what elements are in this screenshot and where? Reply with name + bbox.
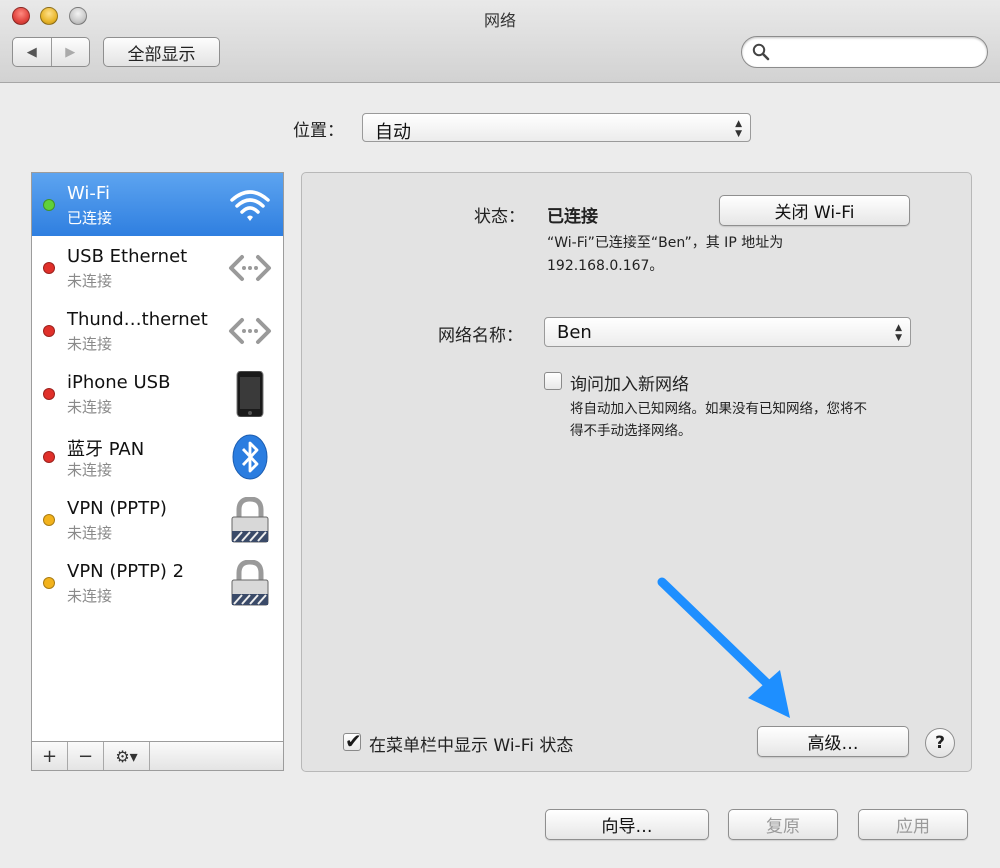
apply-button[interactable]: 应用 [858,809,968,840]
service-name: Wi-Fi [67,183,110,204]
status-description-line-1: “Wi-Fi”已连接至“Ben”，其 IP 地址为 [547,235,784,251]
service-item-iphone-usb[interactable]: iPhone USB 未连接 [32,362,283,425]
service-item-wifi[interactable]: Wi-Fi 已连接 [32,173,283,236]
status-dot [43,325,55,337]
status-description-line-2: 192.168.0.167。 [547,258,664,274]
status-dot [43,577,55,589]
service-item-usb-ethernet[interactable]: USB Ethernet 未连接 [32,236,283,299]
location-label: 位置： [293,121,344,141]
network-name-popup[interactable]: Ben ▲ ▼ [544,317,911,347]
titlebar: 网络 ◀ ▶ 全部显示 [0,0,1000,83]
show-menubar-label: 在菜单栏中显示 Wi-Fi 状态 [369,736,574,756]
service-status: 已连接 [67,209,113,227]
ask-join-description-line-2: 得不手动选择网络。 [570,423,692,439]
back-forward-control: ◀ ▶ [12,37,90,67]
iphone-icon [236,371,264,417]
ask-join-description-line-1: 将自动加入已知网络。如果没有已知网络，您将不 [570,401,867,417]
annotation-arrow-icon [657,577,790,718]
status-dot [43,451,55,463]
wifi-icon [230,190,270,221]
remove-service-button[interactable]: − [68,742,104,770]
service-name: 蓝牙 PAN [67,439,145,460]
bluetooth-icon [232,434,268,480]
service-item-thunderbolt-ethernet[interactable]: Thund…thernet 未连接 [32,299,283,362]
ask-join-label: 询问加入新网络 [570,375,689,395]
help-button[interactable]: ? [925,728,955,758]
status-dot [43,199,55,211]
ethernet-icon [229,318,271,344]
gear-menu-button[interactable]: ⚙▾ [104,742,150,770]
window-title: 网络 [483,11,516,30]
network-preferences-window: 网络 ◀ ▶ 全部显示 位置： 自动 ▲ ▼ Wi-Fi 已连接 USB Eth… [0,0,1000,868]
forward-button[interactable]: ▶ [52,38,90,66]
turn-off-wifi-button[interactable]: 关闭 Wi-Fi [719,195,910,226]
service-status: 未连接 [67,335,113,353]
service-status: 未连接 [67,461,113,479]
service-name: iPhone USB [67,372,171,393]
checkmark-icon: ✔ [345,729,362,753]
status-label: 状态： [474,207,525,227]
lock-icon [231,560,269,606]
popup-arrows-icon: ▲ ▼ [735,119,742,139]
service-item-bluetooth-pan[interactable]: 蓝牙 PAN 未连接 [32,425,283,488]
show-all-button[interactable]: 全部显示 [103,37,220,67]
service-list: Wi-Fi 已连接 USB Ethernet 未连接 Thund…thernet… [31,172,284,771]
service-status: 未连接 [67,587,113,605]
service-item-vpn-pptp-2[interactable]: VPN (PPTP) 2 未连接 [32,551,283,614]
revert-button[interactable]: 复原 [728,809,838,840]
network-name-label: 网络名称： [438,326,523,346]
ask-join-checkbox[interactable] [544,372,562,390]
service-status: 未连接 [67,272,113,290]
status-dot [43,514,55,526]
status-value: 已连接 [547,207,598,227]
add-service-button[interactable]: + [32,742,68,770]
status-dot [43,388,55,400]
lock-icon [231,497,269,543]
service-item-vpn-pptp[interactable]: VPN (PPTP) 未连接 [32,488,283,551]
service-name: USB Ethernet [67,246,188,267]
search-field[interactable] [741,36,988,68]
back-button[interactable]: ◀ [13,38,52,66]
show-menubar-checkbox[interactable]: ✔ [343,729,362,753]
service-name: Thund…thernet [67,309,208,330]
search-input[interactable] [774,41,978,65]
ethernet-icon [229,255,271,281]
service-list-toolbar: + − ⚙▾ [32,741,283,770]
service-status: 未连接 [67,524,113,542]
advanced-button[interactable]: 高级… [757,726,909,757]
location-value: 自动 [375,122,411,143]
network-name-value: Ben [557,322,592,343]
service-status: 未连接 [67,398,113,416]
search-icon [752,43,770,61]
assist-me-button[interactable]: 向导… [545,809,709,840]
service-name: VPN (PPTP) 2 [67,561,185,582]
status-dot [43,262,55,274]
location-popup[interactable]: 自动 ▲ ▼ [362,113,751,143]
service-name: VPN (PPTP) [67,498,167,519]
popup-arrows-icon: ▲ ▼ [895,323,902,343]
